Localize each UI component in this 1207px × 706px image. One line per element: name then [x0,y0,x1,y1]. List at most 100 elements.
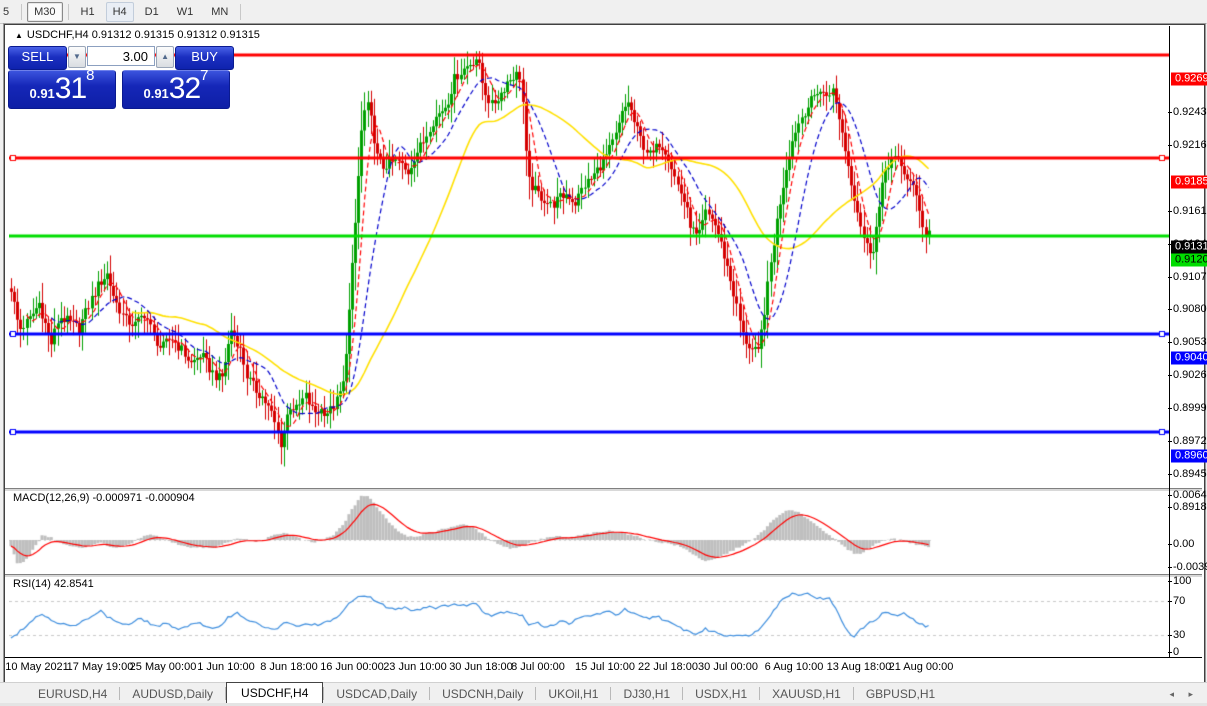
price-axis-tick: 0.89180 [1173,501,1207,513]
volume-decrease-button[interactable]: ▼ [68,46,86,68]
time-axis-label: 15 Jul 10:00 [575,661,635,673]
toolbar-separator [240,4,241,20]
rsi-axis-label: 70 [1173,595,1185,607]
tab-ukoilh1[interactable]: UKOil,H1 [536,684,610,704]
axis-tick-mark [1168,567,1172,568]
sell-price-sup: 8 [86,67,94,84]
time-axis-label: 8 Jun 18:00 [260,661,318,673]
time-axis-label: 16 Jun 00:00 [320,661,384,673]
tab-eurusdh4[interactable]: EURUSD,H4 [26,684,119,704]
buy-price-prefix: 0.91 [143,86,168,101]
tab-xauusdh1[interactable]: XAUUSD,H1 [760,684,853,704]
time-axis-label: 25 May 00:00 [130,661,197,673]
price-axis-tick: 0.89720 [1173,435,1207,447]
axis-tick-mark [1168,342,1172,343]
price-axis-tick: 0.89990 [1173,402,1207,414]
axis-tick-mark [1168,635,1172,636]
one-click-trading-widget: SELL ▼ ▲ BUY 0.91318 0.91327 [8,46,234,109]
timeframe-button-d1[interactable]: D1 [138,2,166,22]
sell-price-panel[interactable]: 0.91318 [8,70,116,109]
axis-tick-mark [1168,112,1172,113]
price-marker-0.91208: 0.91208 [1171,254,1207,267]
tab-usdchfh4[interactable]: USDCHF,H4 [226,682,323,704]
macd-axis-label: 0.00647 [1173,489,1207,501]
rsi-indicator-canvas[interactable] [9,576,1169,657]
price-marker-0.90405: 0.90405 [1171,351,1207,364]
rsi-axis-label: 0 [1173,646,1179,658]
price-axis-tick: 0.92160 [1173,139,1207,151]
tab-usdcaddaily[interactable]: USDCAD,Daily [324,684,429,704]
price-axis-tick: 0.92430 [1173,106,1207,118]
timeframe-toolbar: 5 M30 H1H4D1W1MN [0,0,1207,24]
volume-increase-button[interactable]: ▲ [156,46,174,68]
time-axis-label: 30 Jun 18:00 [449,661,513,673]
time-axis-label: 22 Jul 18:00 [638,661,698,673]
price-marker-0.91855: 0.91855 [1171,175,1207,188]
price-axis-tick: 0.90805 [1173,303,1207,315]
buy-price-sup: 7 [200,67,208,84]
axis-tick-mark [1168,408,1172,409]
price-axis-tick: 0.90265 [1173,369,1207,381]
time-axis-label: 21 Aug 00:00 [889,661,954,673]
axis-tick-mark [1168,375,1172,376]
tab-gbpusdh1[interactable]: GBPUSD,H1 [854,684,947,704]
toolbar-separator [68,4,69,20]
axis-tick-mark [1168,601,1172,602]
time-axis-border [5,657,1202,658]
time-axis-label: 13 Aug 18:00 [827,661,892,673]
price-marker-0.89602: 0.89602 [1171,449,1207,462]
rsi-label: RSI(14) 42.8541 [13,578,94,590]
timeframe-button-w1[interactable]: W1 [170,2,201,22]
buy-price-big: 32 [169,72,200,105]
axis-tick-mark [1168,652,1172,653]
chart-tabs-bar: EURUSD,H4AUDUSD,DailyUSDCHF,H4USDCAD,Dai… [0,682,1207,704]
macd-label: MACD(12,26,9) -0.000971 -0.000904 [13,492,195,504]
tab-scroll-arrows[interactable]: ◂ ▸ [1169,689,1207,700]
tab-audusddaily[interactable]: AUDUSD,Daily [120,684,225,704]
tab-dj30h1[interactable]: DJ30,H1 [611,684,682,704]
axis-tick-mark [1168,495,1172,496]
mt4-window: 5 M30 H1H4D1W1MN ▲ USDCHF,H4 0.91312 0.9131… [0,0,1207,706]
tab-usdxh1[interactable]: USDX,H1 [683,684,759,704]
axis-tick-mark [1168,474,1172,475]
time-axis-label: 10 May 2021 [5,661,69,673]
axis-tick-mark [1168,507,1172,508]
rsi-axis-label: 30 [1173,629,1185,641]
time-axis-label: 8 Jul 00:00 [511,661,565,673]
time-axis-label: 17 May 19:00 [67,661,134,673]
timeframe-button-mn[interactable]: MN [204,2,235,22]
price-marker-0.91315: 0.91315 [1171,241,1207,254]
axis-tick-mark [1168,441,1172,442]
tab-usdcnhdaily[interactable]: USDCNH,Daily [430,684,535,704]
time-axis-label: 6 Aug 10:00 [765,661,824,673]
axis-tick-mark [1168,211,1172,212]
macd-axis-label: 0.00 [1173,538,1194,550]
chart-title-text: USDCHF,H4 0.91312 0.91315 0.91312 0.9131… [27,29,260,41]
volume-input[interactable] [87,46,155,66]
time-axis-label: 23 Jun 10:00 [383,661,447,673]
axis-tick-mark [1168,544,1172,545]
price-axis-tick: 0.91075 [1173,271,1207,283]
price-axis-tick: 0.89450 [1173,468,1207,480]
sell-price-big: 31 [55,72,86,105]
timeframe-button-5[interactable]: 5 [0,2,16,22]
axis-tick-mark [1168,145,1172,146]
chart-window: ▲ USDCHF,H4 0.91312 0.91315 0.91312 0.913… [4,24,1205,683]
toolbar-separator [21,4,22,20]
buy-price-panel[interactable]: 0.91327 [122,70,230,109]
price-axis-tick: 0.91615 [1173,205,1207,217]
price-marker-0.92699: 0.92699 [1171,73,1207,86]
sell-price-prefix: 0.91 [29,86,54,101]
collapse-triangle-icon[interactable]: ▲ [15,31,23,40]
timeframe-button-h1[interactable]: H1 [74,2,102,22]
time-axis-label: 30 Jul 00:00 [698,661,758,673]
axis-tick-mark [1168,581,1172,582]
time-axis-label: 1 Jun 10:00 [197,661,255,673]
rsi-axis-label: 100 [1173,575,1191,587]
axis-tick-mark [1168,277,1172,278]
macd-axis-label: -0.00391 [1173,561,1207,573]
price-axis-tick: 0.90535 [1173,336,1207,348]
timeframe-button-h4[interactable]: H4 [106,2,134,22]
axis-tick-mark [1168,309,1172,310]
timeframe-button-m30[interactable]: M30 [27,2,62,22]
